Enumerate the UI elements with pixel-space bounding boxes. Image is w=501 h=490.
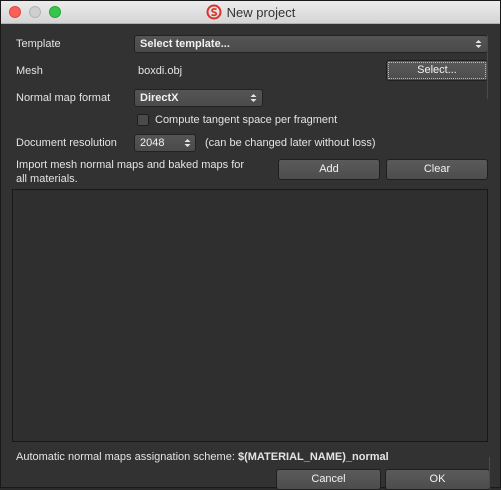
side-divider-bottom: [489, 457, 500, 489]
template-select-value: Select template...: [140, 38, 230, 50]
resolution-note: (can be changed later without loss): [205, 137, 376, 149]
substance-logo-icon: [206, 4, 222, 20]
window-title: New project: [226, 4, 296, 20]
select-arrows-icon: [475, 40, 482, 48]
document-resolution-select[interactable]: 2048: [134, 134, 196, 152]
normal-maps-scheme: Automatic normal maps assignation scheme…: [16, 451, 389, 463]
normal-map-format-value: DirectX: [140, 92, 179, 104]
mesh-label: Mesh: [16, 65, 43, 77]
title-bar[interactable]: New project: [1, 1, 500, 24]
tangent-space-label: Compute tangent space per fragment: [155, 114, 338, 126]
template-label: Template: [16, 38, 61, 50]
cancel-button[interactable]: Cancel: [276, 469, 381, 490]
add-maps-button[interactable]: Add: [278, 159, 380, 180]
import-description-line-2: all materials.: [16, 173, 78, 185]
ok-button[interactable]: OK: [385, 469, 490, 490]
normal-map-format-label: Normal map format: [16, 92, 111, 104]
import-description-line-1: Import mesh normal maps and baked maps f…: [16, 159, 245, 171]
clear-maps-button[interactable]: Clear: [386, 159, 488, 180]
document-resolution-label: Document resolution: [16, 137, 117, 149]
new-project-dialog: New project Template Select template... …: [0, 0, 501, 490]
tangent-space-checkbox[interactable]: [137, 114, 149, 126]
select-arrows-icon: [250, 94, 257, 102]
side-divider: [487, 35, 500, 99]
imported-maps-list[interactable]: [12, 189, 488, 442]
template-select[interactable]: Select template...: [134, 35, 488, 53]
mesh-file-name: boxdi.obj: [138, 65, 183, 77]
document-resolution-value: 2048: [140, 137, 165, 149]
mesh-select-button[interactable]: Select...: [386, 60, 488, 81]
select-arrows-icon: [184, 139, 191, 147]
scheme-value: $(MATERIAL_NAME)_normal: [237, 451, 389, 463]
scheme-label: Automatic normal maps assignation scheme…: [16, 451, 235, 463]
title-area: New project: [1, 1, 500, 23]
normal-map-format-select[interactable]: DirectX: [134, 89, 263, 107]
